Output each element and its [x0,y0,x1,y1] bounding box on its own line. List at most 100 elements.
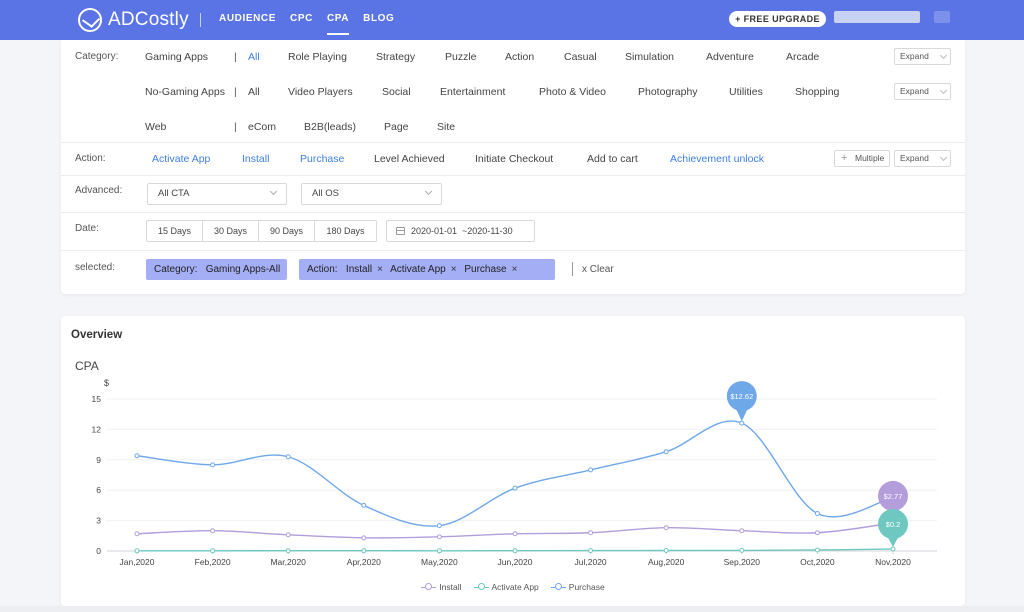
nogaming-all[interactable]: All [248,86,260,98]
data-point [285,548,291,554]
gaming-strategy[interactable]: Strategy [376,51,415,63]
data-point [663,449,669,455]
action-install[interactable]: Install [242,153,269,165]
action-initiate-checkout[interactable]: Initiate Checkout [475,153,553,165]
clear-button[interactable]: x Clear [582,264,614,275]
data-point [134,548,140,554]
data-point [739,547,745,553]
nogaming-expand-select[interactable]: Expand [894,83,951,100]
category-selected-tag[interactable]: Category: Gaming Apps-All [146,259,287,280]
chevron-down-icon [939,51,948,60]
nogaming-shopping[interactable]: Shopping [795,86,839,98]
nogaming-photo-video[interactable]: Photo & Video [539,86,606,98]
y-tick-label: 6 [96,485,101,495]
multiple-select-button[interactable]: + Multiple [834,150,890,167]
close-icon[interactable]: × [451,264,457,275]
advanced-label: Advanced: [75,185,123,196]
x-tick-label: Nov,2020 [875,557,911,567]
row-divider: | [234,121,237,133]
x-tick-label: Jan,2020 [120,557,155,567]
gaming-role-playing[interactable]: Role Playing [288,51,347,63]
nav-cpc[interactable]: CPC [290,0,313,40]
action-expand-select[interactable]: Expand [894,150,951,167]
x-tick-label: Apr,2020 [347,557,381,567]
group-no-gaming-apps[interactable]: No-Gaming Apps [145,86,225,98]
chart-legend: Install Activate App Purchase [61,582,965,592]
legend-item[interactable]: Install [421,582,462,592]
web-site[interactable]: Site [437,121,455,133]
action-level-achieved[interactable]: Level Achieved [374,153,445,165]
gaming-adventure[interactable]: Adventure [706,51,754,63]
data-point [814,511,820,517]
logo-icon [78,8,102,32]
user-account-menu[interactable] [834,11,920,23]
top-navbar: ADCostly AUDIENCE CPC CPA BLOG + FREE UP… [0,0,1024,40]
main-nav: AUDIENCE CPC CPA BLOG [219,0,408,40]
close-icon[interactable]: × [512,264,518,275]
nav-blog[interactable]: BLOG [363,0,394,40]
os-select[interactable]: All OS [301,183,442,205]
data-point [663,547,669,553]
legend-label: Activate App [491,582,539,592]
legend-dot-icon [425,583,433,590]
selected-label: selected: [75,262,116,273]
overview-panel: Overview CPA $ 0 3 6 9 12 15 Jan,2020 Feb,2020 M… [61,316,965,606]
chevron-down-icon [939,86,948,95]
web-b2b-leads[interactable]: B2B(leads) [304,121,356,133]
nogaming-utilities[interactable]: Utilities [729,86,763,98]
group-gaming-apps[interactable]: Gaming Apps [145,51,208,63]
x-tick-label: Jun,2020 [498,557,533,567]
90-days-button[interactable]: 90 Days [259,221,315,241]
gaming-casual[interactable]: Casual [564,51,597,63]
data-point [361,548,367,554]
15-days-button[interactable]: 15 Days [147,221,203,241]
action-activate-app[interactable]: Activate App [152,153,210,165]
y-tick-label: 9 [96,455,101,465]
date-range-picker[interactable]: 2020-01-01 ~2020-11-30 [386,220,535,242]
nogaming-social[interactable]: Social [382,86,411,98]
user-avatar[interactable] [934,11,950,23]
x-tick-label: Sep,2020 [724,557,761,567]
brand-name: ADCostly [108,9,189,30]
180-days-button[interactable]: 180 Days [315,221,376,241]
30-days-button[interactable]: 30 Days [203,221,259,241]
brand-logo[interactable]: ADCostly [78,8,189,32]
action-add-to-cart[interactable]: Add to cart [587,153,638,165]
web-ecom[interactable]: eCom [248,121,276,133]
nav-cpa[interactable]: CPA [326,0,350,40]
day-range-buttons: 15 Days 30 Days 90 Days 180 Days [146,220,377,242]
calendar-icon [396,227,405,235]
action-purchase[interactable]: Purchase [300,153,344,165]
gaming-arcade[interactable]: Arcade [786,51,819,63]
nogaming-video-players[interactable]: Video Players [288,86,353,98]
data-point [512,485,518,491]
y-tick-label: 0 [96,546,101,556]
gaming-all[interactable]: All [248,51,260,63]
gaming-action[interactable]: Action [505,51,534,63]
data-point [210,462,216,468]
page-bottom [0,606,1024,612]
free-upgrade-button[interactable]: + FREE UPGRADE [729,11,826,27]
data-point [210,528,216,534]
gaming-puzzle[interactable]: Puzzle [445,51,477,63]
gaming-expand-select[interactable]: Expand [894,48,951,65]
data-point [588,467,594,473]
x-tick-label: Oct,2020 [800,557,835,567]
data-point [361,535,367,541]
x-tick-label: Mar,2020 [270,557,306,567]
nogaming-photography[interactable]: Photography [638,86,698,98]
nav-audience[interactable]: AUDIENCE [219,0,276,40]
date-range-value: 2020-01-01 ~2020-11-30 [411,226,513,236]
web-page[interactable]: Page [384,121,409,133]
legend-item[interactable]: Purchase [550,582,605,592]
y-tick-label: 15 [92,394,102,404]
legend-item[interactable]: Activate App [473,582,539,592]
group-web[interactable]: Web [145,121,166,133]
close-icon[interactable]: × [377,264,383,275]
cta-select[interactable]: All CTA [147,183,287,205]
data-point [361,502,367,508]
action-achievement-unlock[interactable]: Achievement unlock [670,153,764,165]
action-label: Action: [75,153,106,164]
nogaming-entertainment[interactable]: Entertainment [440,86,505,98]
gaming-simulation[interactable]: Simulation [625,51,674,63]
